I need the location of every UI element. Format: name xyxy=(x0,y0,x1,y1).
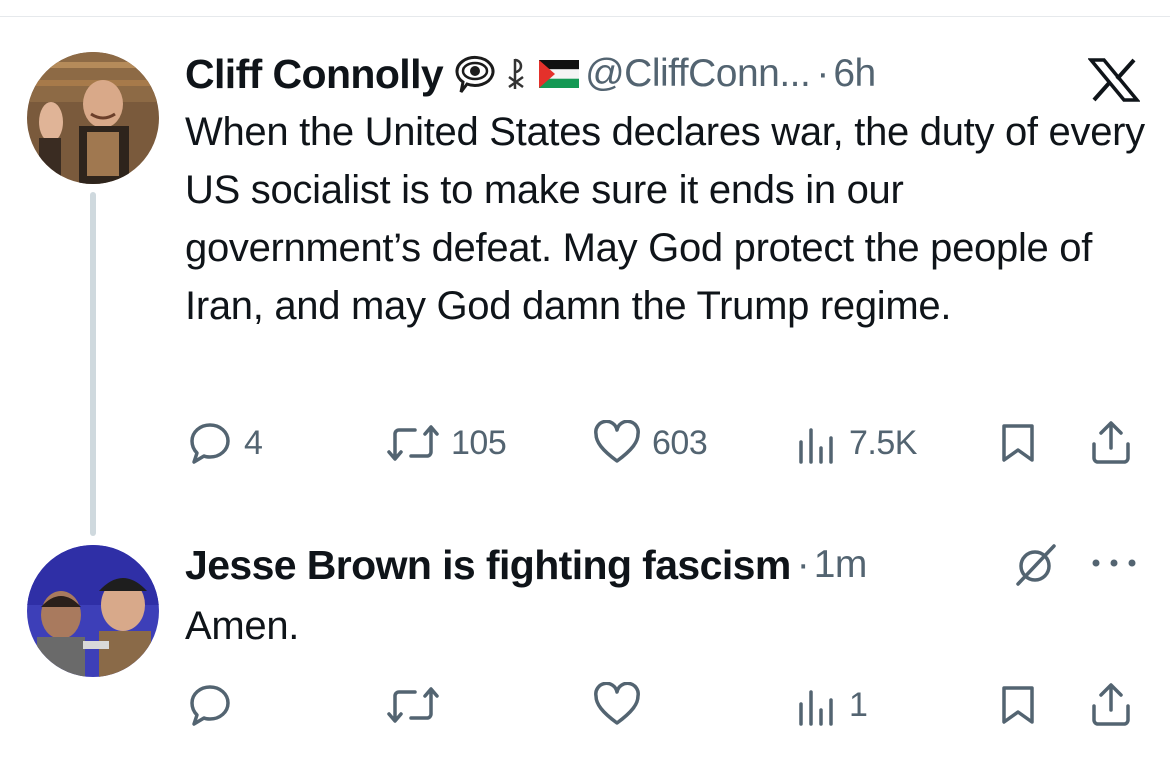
like-button[interactable] xyxy=(592,682,652,728)
repost-icon xyxy=(387,687,439,723)
repost-icon xyxy=(387,425,439,461)
x-logo-icon[interactable] xyxy=(1087,58,1141,107)
heart-icon xyxy=(594,420,640,463)
repost-count: 105 xyxy=(451,423,507,462)
reply-count: 4 xyxy=(244,423,263,462)
grok-icon[interactable] xyxy=(1010,540,1060,595)
bookmark-icon xyxy=(1002,424,1034,462)
analytics-icon xyxy=(799,690,833,726)
eye-in-speech-bubble-icon xyxy=(453,54,497,94)
reply-header: Jesse Brown is fighting fascism · 1m xyxy=(185,539,867,591)
separator-dot: · xyxy=(796,543,810,586)
share-icon xyxy=(1092,683,1130,726)
chi-rho-icon xyxy=(507,55,529,93)
views-count: 7.5K xyxy=(849,423,917,462)
separator-dot: · xyxy=(816,52,830,95)
analytics-icon xyxy=(799,428,833,464)
bookmark-button[interactable] xyxy=(998,420,1038,466)
reply-author-display-name[interactable]: Jesse Brown is fighting fascism xyxy=(185,542,791,589)
avatar[interactable] xyxy=(27,52,159,184)
share-button[interactable] xyxy=(1088,680,1134,728)
bookmark-button[interactable] xyxy=(998,682,1038,728)
author-handle[interactable]: @CliffConn... xyxy=(585,52,811,96)
reply-button[interactable] xyxy=(188,682,244,728)
like-button[interactable]: 603 xyxy=(592,420,708,466)
views-button[interactable]: 7.5K xyxy=(795,420,917,466)
reply-timestamp[interactable]: 1m xyxy=(814,543,868,587)
tweet-text: When the United States declares war, the… xyxy=(185,110,1145,328)
top-divider xyxy=(0,16,1170,17)
share-icon xyxy=(1092,421,1130,464)
heart-icon xyxy=(594,682,640,725)
reply-button[interactable]: 4 xyxy=(188,420,263,466)
like-count: 603 xyxy=(652,423,708,462)
author-display-name[interactable]: Cliff Connolly xyxy=(185,51,444,98)
views-count: 1 xyxy=(849,685,868,724)
reply-avatar[interactable] xyxy=(27,545,159,677)
repost-button[interactable] xyxy=(385,682,451,728)
timestamp[interactable]: 6h xyxy=(833,52,876,96)
reply-icon xyxy=(190,685,230,726)
tweet-header: Cliff Connolly @CliffConn... · 6h xyxy=(185,48,876,100)
share-button[interactable] xyxy=(1088,418,1134,466)
reply-icon xyxy=(190,423,230,464)
repost-button[interactable]: 105 xyxy=(385,420,507,466)
reply-text: Amen. xyxy=(185,604,300,648)
views-button[interactable]: 1 xyxy=(795,682,868,728)
thread-connector-line xyxy=(90,192,96,536)
more-options-icon[interactable] xyxy=(1090,555,1138,576)
palestine-flag-icon xyxy=(539,60,580,88)
bookmark-icon xyxy=(1002,686,1034,724)
